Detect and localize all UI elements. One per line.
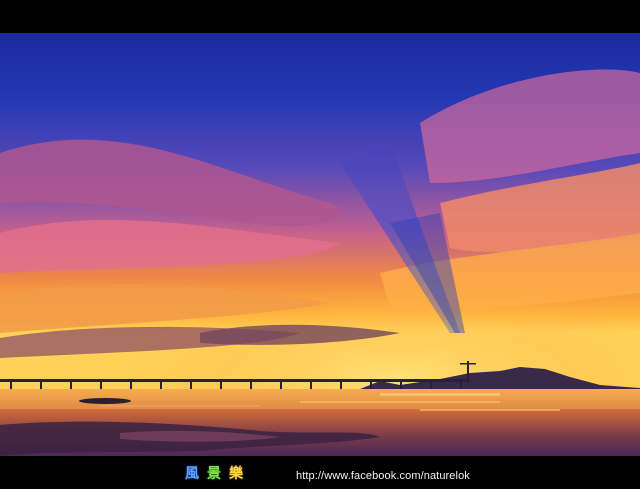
logo-char-1: 風 bbox=[185, 466, 199, 482]
watermark-logo: 風 景 樂 bbox=[183, 465, 245, 485]
rock bbox=[79, 398, 131, 404]
logo-char-2: 景 bbox=[207, 466, 221, 482]
sunset-photo bbox=[0, 33, 640, 456]
top-frame-bar bbox=[0, 0, 640, 33]
facebook-url: http://www.facebook.com/naturelok bbox=[296, 470, 470, 482]
logo-char-3: 樂 bbox=[229, 466, 243, 482]
